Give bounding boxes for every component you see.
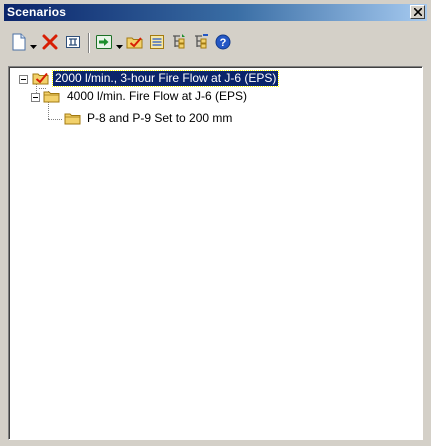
scenario-tree[interactable]: 2000 l/min., 3-hour Fire Flow at J-6 (EP… — [8, 66, 423, 440]
expand-button[interactable] — [170, 33, 188, 51]
delete-button[interactable] — [41, 33, 59, 51]
collapse-tree-icon — [195, 34, 208, 49]
properties-button[interactable] — [148, 33, 166, 51]
tree-node-label: 2000 l/min., 3-hour Fire Flow at J-6 (EP… — [51, 70, 280, 87]
compute-dropdown-button[interactable] — [116, 39, 123, 49]
green-arrow-icon — [96, 35, 112, 49]
checked-folder-icon — [126, 37, 143, 49]
help-icon: ? — [215, 34, 231, 50]
new-button[interactable] — [10, 33, 28, 51]
make-current-button[interactable] — [126, 33, 144, 51]
expand-tree-icon — [173, 34, 185, 49]
panel-title: Scenarios — [7, 5, 67, 19]
scenario-folder-icon — [64, 113, 81, 125]
compute-button[interactable] — [95, 33, 113, 51]
rename-button[interactable] — [64, 33, 82, 51]
scenario-toolbar: ? — [4, 23, 427, 63]
new-document-icon — [12, 33, 26, 51]
tree-node-label: P-8 and P-9 Set to 200 mm — [87, 111, 233, 125]
panel-title-bar[interactable]: Scenarios — [4, 4, 427, 21]
close-button[interactable] — [410, 5, 425, 19]
help-button[interactable]: ? — [214, 33, 232, 51]
rename-icon — [66, 36, 80, 48]
collapse-toggle[interactable] — [31, 93, 40, 102]
active-scenario-icon — [32, 72, 49, 85]
properties-icon — [150, 35, 164, 49]
close-icon — [414, 8, 422, 16]
tree-node-child-scenario[interactable]: 4000 l/min. Fire Flow at J-6 (EPS) — [9, 89, 409, 105]
chevron-down-icon — [116, 45, 123, 49]
scenarios-panel: Scenarios ? 2000 l/min., 3-hour Fire Flo… — [0, 0, 431, 446]
collapse-button[interactable] — [192, 33, 210, 51]
tree-node-grandchild-scenario[interactable]: P-8 and P-9 Set to 200 mm — [9, 111, 409, 127]
tree-node-label: 4000 l/min. Fire Flow at J-6 (EPS) — [67, 89, 248, 103]
scenario-folder-icon — [43, 91, 60, 103]
chevron-down-icon — [30, 45, 37, 49]
svg-text:?: ? — [220, 37, 227, 49]
collapse-toggle[interactable] — [19, 75, 28, 84]
tree-node-root-scenario[interactable]: 2000 l/min., 3-hour Fire Flow at J-6 (EP… — [9, 70, 409, 87]
red-x-delete-icon — [42, 34, 58, 50]
toolbar-separator — [88, 33, 90, 53]
new-dropdown-button[interactable] — [30, 39, 37, 49]
